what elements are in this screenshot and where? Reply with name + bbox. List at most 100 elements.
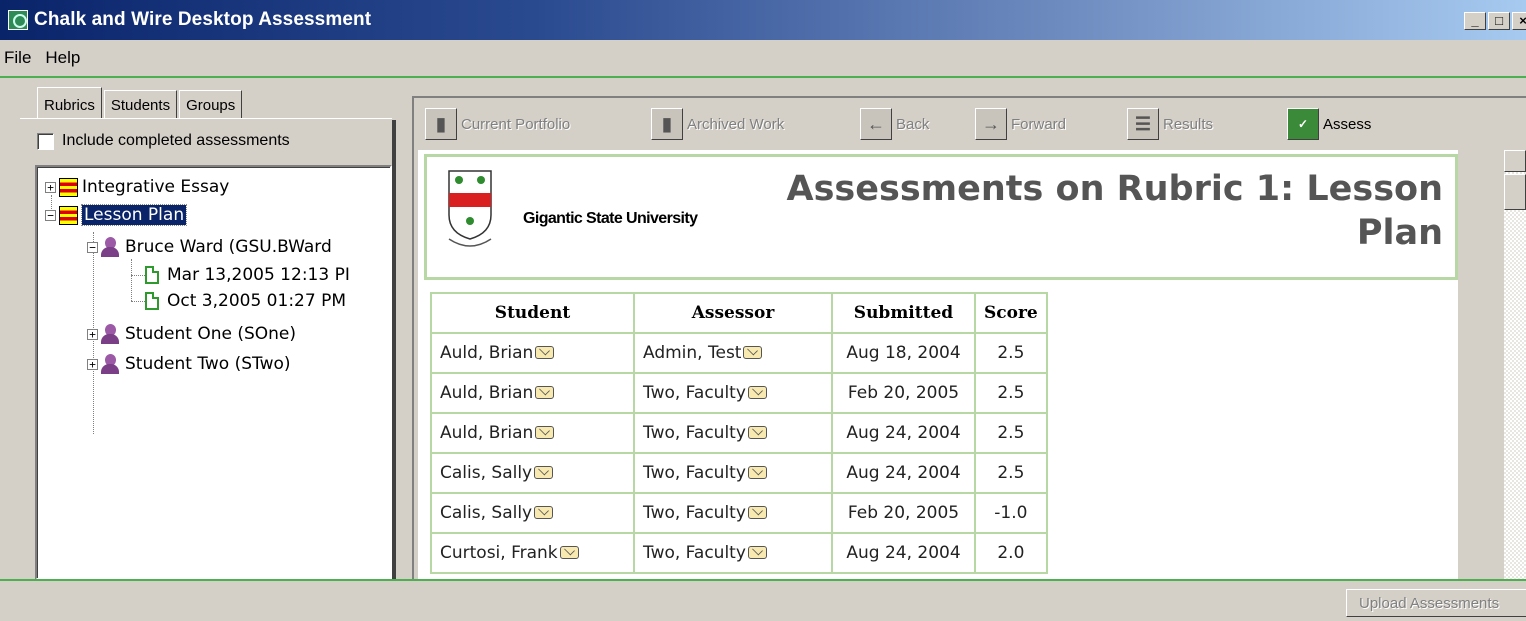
back-button[interactable]: ← Back <box>860 108 929 140</box>
tab-rubrics[interactable]: Rubrics <box>37 87 102 118</box>
tree-item-lesson-plan[interactable]: − Lesson Plan <box>45 204 188 226</box>
collapse-icon[interactable]: − <box>87 241 98 253</box>
current-portfolio-label: Current Portfolio <box>461 115 571 133</box>
mail-icon[interactable] <box>747 546 767 559</box>
tree-item-student-one[interactable]: + Student One (SOne) <box>87 324 296 344</box>
upload-assessments-button[interactable]: Upload Assessments <box>1346 589 1526 617</box>
table-row[interactable]: Auld, Brian Admin, Test Aug 18, 2004 2.5 <box>430 332 1048 374</box>
mail-icon[interactable] <box>535 346 555 359</box>
assessor-text: Two, Faculty <box>643 543 746 563</box>
student-cell[interactable]: Calis, Sally <box>430 492 635 534</box>
mail-icon[interactable] <box>747 426 767 439</box>
assessments-table: Student Assessor Submitted Score Auld, B… <box>430 292 1048 574</box>
tree-item-assessment-date[interactable]: Oct 3,2005 01:27 PM <box>145 291 346 311</box>
assessor-cell[interactable]: Two, Faculty <box>633 412 833 454</box>
student-cell[interactable]: Auld, Brian <box>430 332 635 374</box>
submitted-cell: Aug 18, 2004 <box>831 332 976 374</box>
expand-icon[interactable]: + <box>45 181 56 193</box>
maximize-button[interactable]: □ <box>1488 12 1510 30</box>
assessor-cell[interactable]: Two, Faculty <box>633 372 833 414</box>
scrollbar-track[interactable] <box>1504 150 1526 580</box>
mail-icon[interactable] <box>535 386 555 399</box>
collapse-icon[interactable]: − <box>45 209 56 221</box>
submitted-cell: Feb 20, 2005 <box>831 492 976 534</box>
assessor-cell[interactable]: Two, Faculty <box>633 532 833 574</box>
score-cell: 2.0 <box>974 532 1048 574</box>
tree-item-student-two[interactable]: + Student Two (STwo) <box>87 354 291 374</box>
forward-button[interactable]: → Forward <box>975 108 1066 140</box>
include-completed-checkbox[interactable] <box>37 132 54 150</box>
assessor-cell[interactable]: Two, Faculty <box>633 492 833 534</box>
table-header-row: Student Assessor Submitted Score <box>430 292 1048 334</box>
submitted-text: Feb 20, 2005 <box>847 383 960 403</box>
mail-icon[interactable] <box>535 426 555 439</box>
mail-icon[interactable] <box>747 386 767 399</box>
close-button[interactable]: × <box>1512 12 1526 30</box>
assessor-cell[interactable]: Two, Faculty <box>633 452 833 494</box>
table-row[interactable]: Curtosi, Frank Two, Faculty Aug 24, 2004 2.… <box>430 532 1048 574</box>
mail-icon[interactable] <box>534 466 554 479</box>
mail-icon[interactable] <box>534 506 554 519</box>
document-icon <box>145 266 159 284</box>
student-icon <box>101 354 119 374</box>
assessment-content: Gigantic State University Assessments on… <box>418 150 1458 580</box>
score-cell: -1.0 <box>974 492 1048 534</box>
tree-item-integrative-essay[interactable]: + Integrative Essay <box>45 177 229 197</box>
app-icon <box>8 10 28 30</box>
assessor-cell[interactable]: Admin, Test <box>633 332 833 374</box>
scrollbar-thumb[interactable] <box>1504 174 1526 210</box>
scroll-up-button[interactable] <box>1504 150 1526 172</box>
tree-item-label: Bruce Ward (GSU.BWard <box>125 237 332 257</box>
mail-icon[interactable] <box>559 546 579 559</box>
student-text: Auld, Brian <box>440 383 534 403</box>
status-bar: Upload Assessments <box>0 581 1526 621</box>
expand-icon[interactable]: + <box>87 328 98 340</box>
tree-item-label: Student One (SOne) <box>125 324 297 344</box>
student-cell[interactable]: Auld, Brian <box>430 412 635 454</box>
table-row[interactable]: Calis, Sally Two, Faculty Feb 20, 2005 -1.0 <box>430 492 1048 534</box>
student-text: Auld, Brian <box>440 343 534 363</box>
student-cell[interactable]: Calis, Sally <box>430 452 635 494</box>
tree-item-label: Mar 13,2005 12:13 PI <box>167 265 350 285</box>
splitter-handle[interactable] <box>392 120 396 580</box>
rubric-icon <box>59 205 78 225</box>
student-text: Calis, Sally <box>440 503 533 523</box>
results-button[interactable]: ☰ Results <box>1127 108 1213 140</box>
table-row[interactable]: Calis, Sally Two, Faculty Aug 24, 2004 2.5 <box>430 452 1048 494</box>
student-text: Auld, Brian <box>440 423 534 443</box>
tree-line <box>131 301 145 302</box>
tree-line <box>131 275 145 276</box>
tree-item-assessment-date[interactable]: Mar 13,2005 12:13 PI <box>145 265 350 285</box>
include-completed-label: Include completed assessments <box>62 132 290 149</box>
archived-work-button[interactable]: ▮ Archived Work <box>651 108 784 140</box>
mail-icon[interactable] <box>747 466 767 479</box>
menu-file[interactable]: File <box>4 46 31 70</box>
mail-icon[interactable] <box>747 506 767 519</box>
document-icon <box>145 292 159 310</box>
forward-label: Forward <box>1011 115 1067 133</box>
vertical-scrollbar[interactable] <box>1458 150 1526 580</box>
score-text: 2.5 <box>997 463 1025 483</box>
table-row[interactable]: Auld, Brian Two, Faculty Feb 20, 2005 2.5 <box>430 372 1048 414</box>
student-cell[interactable]: Curtosi, Frank <box>430 532 635 574</box>
tree-line <box>131 259 132 301</box>
menu-help[interactable]: Help <box>45 46 80 70</box>
tab-students[interactable]: Students <box>103 90 178 118</box>
current-portfolio-button[interactable]: ▮ Current Portfolio <box>425 108 570 140</box>
score-cell: 2.5 <box>974 412 1048 454</box>
page-title: Assessments on Rubric 1: Lesson Plan <box>786 169 1444 253</box>
column-header-assessor: Assessor <box>633 292 833 334</box>
menu-divider <box>0 76 1526 78</box>
assess-button[interactable]: ✓ Assess <box>1287 108 1371 140</box>
table-row[interactable]: Auld, Brian Two, Faculty Aug 24, 2004 2.5 <box>430 412 1048 454</box>
left-tabs: Rubrics Students Groups <box>37 87 244 118</box>
student-cell[interactable]: Auld, Brian <box>430 372 635 414</box>
mail-icon[interactable] <box>743 346 763 359</box>
assessor-text: Two, Faculty <box>643 383 746 403</box>
tree-item-bruce-ward[interactable]: − Bruce Ward (GSU.BWard <box>87 237 332 257</box>
tab-groups[interactable]: Groups <box>179 90 243 118</box>
expand-icon[interactable]: + <box>87 358 98 370</box>
minimize-button[interactable]: _ <box>1464 12 1486 30</box>
assess-label: Assess <box>1323 115 1372 133</box>
archived-work-label: Archived Work <box>687 115 785 133</box>
